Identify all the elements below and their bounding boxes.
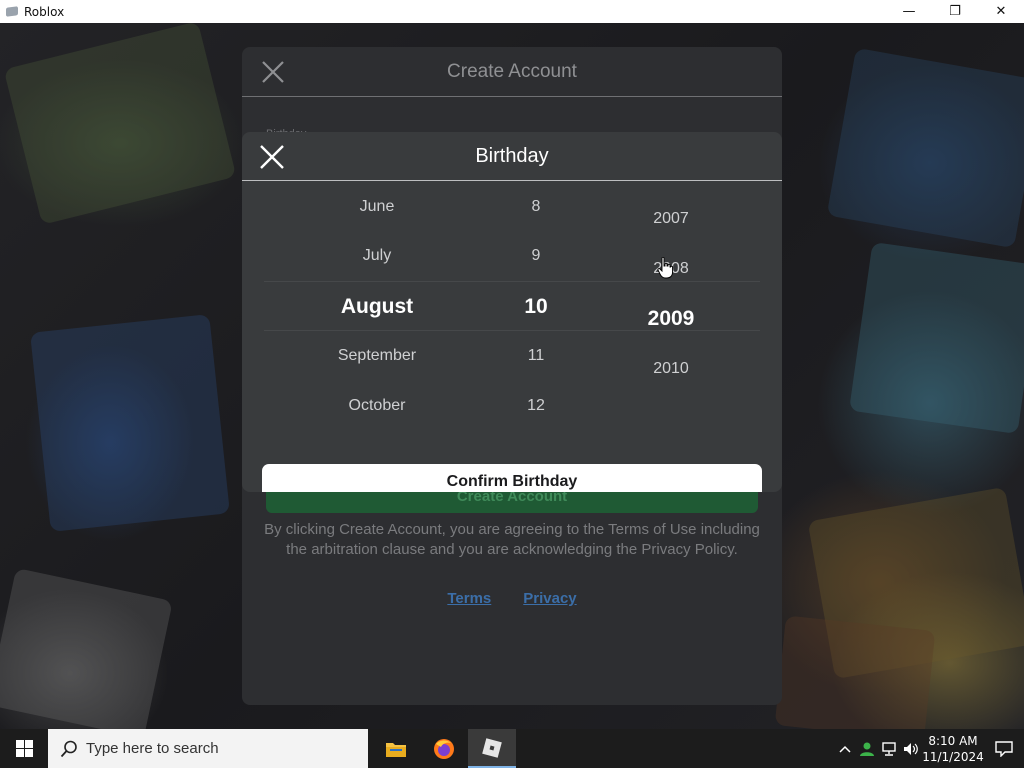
year-option[interactable]: 2010 bbox=[621, 360, 721, 378]
roblox-app-icon bbox=[5, 6, 19, 18]
roblox-taskbar-button[interactable] bbox=[468, 729, 516, 768]
dialog-header: Birthday bbox=[242, 132, 782, 180]
firefox-taskbar-button[interactable] bbox=[420, 729, 468, 768]
day-option[interactable]: 11 bbox=[496, 347, 576, 365]
clock-date: 11/1/2024 bbox=[922, 749, 984, 764]
volume-icon[interactable] bbox=[900, 729, 922, 768]
start-button[interactable] bbox=[0, 729, 48, 768]
background-tile bbox=[774, 615, 936, 729]
network-icon[interactable] bbox=[878, 729, 900, 768]
firefox-icon bbox=[434, 738, 454, 759]
day-wheel[interactable]: 8 9 10 11 12 bbox=[496, 181, 576, 411]
taskbar-search[interactable]: Type here to search bbox=[48, 729, 368, 768]
chevron-up-icon[interactable] bbox=[834, 729, 856, 768]
search-placeholder: Type here to search bbox=[86, 740, 219, 757]
day-option[interactable]: 12 bbox=[496, 397, 576, 411]
background-tile bbox=[848, 241, 1024, 435]
user-network-icon[interactable] bbox=[856, 729, 878, 768]
year-option[interactable]: 2007 bbox=[621, 210, 721, 228]
confirm-birthday-button[interactable]: Confirm Birthday bbox=[262, 464, 762, 492]
window-title: Roblox bbox=[24, 4, 65, 19]
terms-agreement-text: By clicking Create Account, you are agre… bbox=[264, 521, 760, 558]
window-controls: — ❐ ✕ bbox=[886, 0, 1024, 23]
restore-button[interactable]: ❐ bbox=[932, 0, 978, 23]
terms-link[interactable]: Terms bbox=[447, 590, 491, 607]
selected-year[interactable]: 2009 bbox=[621, 307, 721, 331]
app-background: Create Account Birthday Create Account B… bbox=[0, 23, 1024, 729]
month-wheel[interactable]: June July August September October bbox=[302, 181, 452, 411]
search-icon bbox=[60, 740, 77, 757]
notification-icon bbox=[995, 740, 1013, 757]
background-tile bbox=[826, 47, 1024, 249]
day-option[interactable]: 9 bbox=[496, 247, 576, 265]
folder-icon bbox=[386, 742, 406, 757]
window-titlebar: Roblox — ❐ ✕ bbox=[0, 0, 1024, 23]
roblox-icon bbox=[482, 737, 502, 758]
legal-links: Terms Privacy bbox=[242, 590, 782, 607]
birthday-dialog: Birthday June July August September Octo… bbox=[242, 132, 782, 492]
privacy-link[interactable]: Privacy bbox=[523, 590, 576, 607]
taskbar-clock[interactable]: 8:10 AM 11/1/2024 bbox=[922, 733, 984, 765]
hand-cursor-icon bbox=[657, 257, 673, 279]
notification-center-button[interactable] bbox=[984, 729, 1024, 768]
selected-day[interactable]: 10 bbox=[496, 295, 576, 319]
dialog-title: Birthday bbox=[475, 144, 549, 167]
month-option[interactable]: June bbox=[302, 198, 452, 216]
background-tile bbox=[3, 23, 237, 225]
create-account-title: Create Account bbox=[447, 60, 577, 82]
background-tile bbox=[0, 567, 173, 729]
month-option[interactable]: October bbox=[302, 397, 452, 411]
month-option[interactable]: July bbox=[302, 247, 452, 265]
minimize-button[interactable]: — bbox=[886, 0, 932, 23]
year-wheel[interactable]: 2007 2008 2009 2010 bbox=[621, 181, 721, 411]
file-explorer-taskbar-button[interactable] bbox=[372, 729, 420, 768]
selected-month[interactable]: August bbox=[302, 295, 452, 319]
date-picker: June July August September October 8 9 1… bbox=[242, 181, 782, 411]
close-window-button[interactable]: ✕ bbox=[978, 0, 1024, 23]
background-tile bbox=[30, 314, 230, 532]
windows-logo-icon bbox=[15, 740, 33, 757]
clock-time: 8:10 AM bbox=[928, 733, 978, 748]
divider bbox=[242, 96, 782, 97]
day-option[interactable]: 8 bbox=[496, 198, 576, 216]
month-option[interactable]: September bbox=[302, 347, 452, 365]
windows-taskbar: Type here to search 8:10 AM 11/1/2024 bbox=[0, 729, 1024, 768]
system-tray: 8:10 AM 11/1/2024 bbox=[834, 729, 1024, 768]
